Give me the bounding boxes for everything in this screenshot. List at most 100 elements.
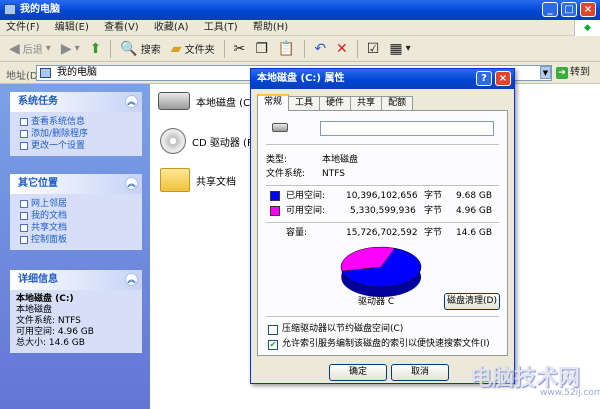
place-label: 我的文档 <box>31 211 68 221</box>
toolbar-separator <box>356 39 358 58</box>
go-button[interactable]: ➔ 转到 <box>556 65 590 81</box>
panel-header[interactable]: 其它位置 ︽ <box>10 174 142 194</box>
index-checkbox[interactable]: ✔ <box>268 340 278 350</box>
hard-drive-icon <box>158 92 190 110</box>
task-view-system-info[interactable]: 查看系统信息 <box>10 116 142 128</box>
disk-usage-pie <box>340 246 422 297</box>
folder-icon: ▰ <box>170 40 182 57</box>
cd-drive-icon <box>160 128 186 154</box>
panel-header[interactable]: 详细信息 ︽ <box>10 270 142 290</box>
compress-checkbox[interactable] <box>268 325 278 335</box>
paste-button[interactable]: 📋 <box>275 38 298 60</box>
explorer-window: 我的电脑 _ □ × 文件(F) 编辑(E) 查看(V) 收藏(A) 工具(T)… <box>0 0 600 409</box>
dialog-tabs: 常规 工具 硬件 共享 配额 <box>257 94 414 111</box>
help-button[interactable]: ? <box>476 71 492 86</box>
chevron-down-icon: ▾ <box>45 43 51 54</box>
panel-body: 查看系统信息 添加/删除程序 更改一个设置 <box>10 112 142 156</box>
menu-tools[interactable]: 工具(T) <box>198 20 244 36</box>
properties-button[interactable]: ☑ <box>364 38 383 60</box>
window-title: 我的电脑 <box>20 4 60 15</box>
place-label: 共享文档 <box>31 223 68 233</box>
toolbar-separator <box>110 39 112 58</box>
up-button[interactable]: ⬆ <box>87 38 105 60</box>
back-button[interactable]: ◀ 后退 ▾ <box>6 38 54 60</box>
cancel-button[interactable]: 取消 <box>391 364 449 381</box>
chevron-down-icon: ▾ <box>74 43 80 54</box>
maximize-button[interactable]: □ <box>561 2 577 17</box>
folders-label: 文件夹 <box>184 45 215 56</box>
menu-view[interactable]: 查看(V) <box>98 20 145 36</box>
windows-logo-icon: ◆ <box>574 20 600 36</box>
menu-file[interactable]: 文件(F) <box>0 20 46 36</box>
menu-edit[interactable]: 编辑(E) <box>49 20 95 36</box>
computer-icon <box>4 4 16 15</box>
file-label: 本地磁盘 (C:) <box>196 97 258 109</box>
file-item-local-disk[interactable]: 本地磁盘 (C:) <box>158 92 257 110</box>
divider <box>266 185 499 187</box>
collapse-icon[interactable]: ︽ <box>125 177 138 190</box>
dialog-title-bar[interactable]: 本地磁盘 (C:) 属性 ? × <box>251 69 514 89</box>
volume-label-input[interactable] <box>320 121 494 136</box>
file-label: 共享文档 <box>196 176 236 188</box>
place-label: 网上邻居 <box>31 199 68 209</box>
disk-cleanup-button[interactable]: 磁盘清理(D) <box>444 293 500 310</box>
folders-button[interactable]: ▰ 文件夹 <box>168 38 218 60</box>
collapse-icon[interactable]: ︽ <box>125 95 138 108</box>
collapse-icon[interactable]: ︽ <box>125 273 138 286</box>
dialog-close-button[interactable]: × <box>495 71 511 86</box>
file-item-shared-docs[interactable]: 共享文档 <box>160 168 236 192</box>
tab-quota[interactable]: 配额 <box>381 96 414 110</box>
forward-button[interactable]: ▶ ▾ <box>58 38 83 60</box>
toolbar-separator <box>304 39 306 58</box>
scissors-icon: ✂ <box>233 40 246 57</box>
hard-drive-icon <box>272 123 288 132</box>
paste-icon: 📋 <box>277 40 296 57</box>
tab-general[interactable]: 常规 <box>257 94 290 111</box>
other-places-panel: 其它位置 ︽ 网上邻居 我的文档 共享文档 控制面板 <box>10 174 142 250</box>
place-network[interactable]: 网上邻居 <box>10 198 142 210</box>
task-label: 添加/删除程序 <box>31 129 89 139</box>
file-item-cd-drive[interactable]: CD 驱动器 (F:) <box>160 128 259 154</box>
capacity-label: 容量: <box>286 228 308 238</box>
copy-button[interactable]: ❐ <box>252 38 271 60</box>
place-my-documents[interactable]: 我的文档 <box>10 210 142 222</box>
divider <box>266 144 499 146</box>
place-shared-documents[interactable]: 共享文档 <box>10 222 142 234</box>
title-bar[interactable]: 我的电脑 _ □ × <box>0 0 600 20</box>
used-gb: 9.68 GB <box>456 191 493 201</box>
detail-free: 可用空间: 4.96 GB <box>16 327 94 337</box>
delete-button[interactable]: ✕ <box>333 38 351 60</box>
go-arrow-icon: ➔ <box>556 67 568 79</box>
details-panel: 详细信息 ︽ 本地磁盘 (C:) 本地磁盘 文件系统: NTFS 可用空间: 4.… <box>10 270 142 353</box>
shared-folder-icon <box>20 224 28 232</box>
tab-tools[interactable]: 工具 <box>288 96 321 110</box>
control-panel-icon <box>20 236 28 244</box>
chevron-down-icon: ▾ <box>405 43 411 54</box>
properties-dialog: 本地磁盘 (C:) 属性 ? × 常规 工具 硬件 共享 配额 类型: 本地磁盘… <box>250 68 515 384</box>
info-icon <box>20 118 28 126</box>
panel-header[interactable]: 系统任务 ︽ <box>10 92 142 112</box>
network-icon <box>20 200 28 208</box>
undo-icon: ↶ <box>314 40 327 57</box>
menu-favorites[interactable]: 收藏(A) <box>148 20 195 36</box>
minimize-button[interactable]: _ <box>542 2 558 17</box>
views-button[interactable]: ▦ ▾ <box>386 38 413 60</box>
free-label: 可用空间: <box>286 206 326 216</box>
tab-sharing[interactable]: 共享 <box>350 96 383 110</box>
toolbar-separator <box>223 39 225 58</box>
menu-help[interactable]: 帮助(H) <box>247 20 294 36</box>
search-button[interactable]: 🔍 搜索 <box>117 38 163 60</box>
ok-button[interactable]: 确定 <box>329 364 387 381</box>
task-change-setting[interactable]: 更改一个设置 <box>10 140 142 152</box>
tab-hardware[interactable]: 硬件 <box>319 96 352 110</box>
place-control-panel[interactable]: 控制面板 <box>10 234 142 246</box>
views-icon: ▦ <box>389 40 403 57</box>
used-label: 已用空间: <box>286 191 326 201</box>
free-unit: 字节 <box>424 206 443 216</box>
close-button[interactable]: × <box>580 2 596 17</box>
divider <box>266 316 499 318</box>
address-dropdown-icon[interactable]: ▼ <box>540 66 551 79</box>
undo-button[interactable]: ↶ <box>311 38 329 60</box>
cut-button[interactable]: ✂ <box>231 38 249 60</box>
task-add-remove-programs[interactable]: 添加/删除程序 <box>10 128 142 140</box>
